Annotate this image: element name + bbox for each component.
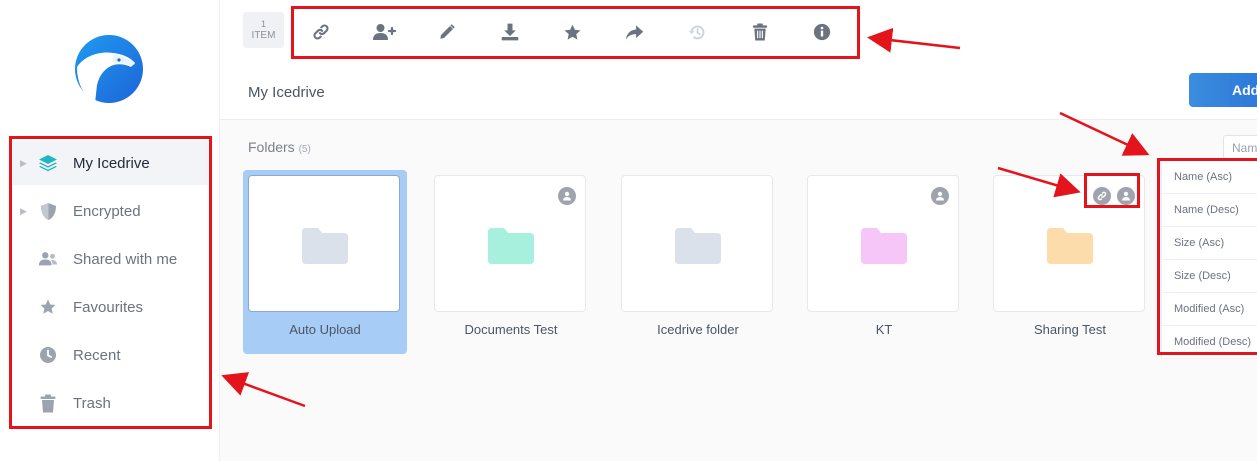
sort-option[interactable]: Size (Desc) (1162, 260, 1257, 293)
sort-option[interactable]: Name (Desc) (1162, 194, 1257, 227)
add-user-icon[interactable] (372, 20, 396, 44)
star-icon (38, 297, 58, 317)
sort-option[interactable]: Size (Asc) (1162, 227, 1257, 260)
share-icon[interactable] (622, 20, 646, 44)
sidebar-item-label: Encrypted (73, 202, 141, 220)
download-icon[interactable] (498, 20, 522, 44)
sidebar-item-encrypted[interactable]: ▶ Encrypted (13, 189, 208, 233)
selection-count-label: ITEM (251, 30, 276, 41)
sort-option[interactable]: Modified (Asc) (1162, 293, 1257, 326)
sidebar: ▶ My Icedrive ▶ Encrypted Shared with me… (0, 0, 220, 461)
star-icon[interactable] (560, 20, 584, 44)
folder-name: KT (875, 322, 893, 337)
link-icon[interactable] (309, 20, 333, 44)
trash-icon[interactable] (748, 20, 772, 44)
folder-name: Sharing Test (1033, 322, 1107, 337)
folder-tile[interactable]: Auto Upload (243, 170, 407, 354)
sort-menu: Name (Asc) Name (Desc) Size (Asc) Size (… (1161, 161, 1257, 359)
breadcrumb[interactable]: My Icedrive (248, 84, 325, 101)
caret-right-icon[interactable]: ▶ (13, 158, 34, 169)
sidebar-item-shared[interactable]: Shared with me (13, 237, 208, 281)
selection-count-badge: 1 ITEM (243, 12, 284, 48)
shared-user-icon (1117, 187, 1135, 205)
selection-count-number: 1 (260, 19, 266, 29)
folder-tile[interactable]: Documents Test (429, 170, 593, 354)
sidebar-item-label: Recent (73, 346, 121, 364)
icedrive-logo (75, 35, 143, 103)
add-button[interactable]: Add (1189, 73, 1257, 107)
sidebar-item-label: Favourites (73, 298, 144, 316)
folder-icon (302, 228, 348, 264)
folder-card[interactable] (434, 175, 586, 312)
restore-icon[interactable] (685, 20, 709, 44)
folder-icon (488, 228, 534, 264)
main-area: 1 ITEM My Icedrive Add Folders (5) Nam A… (220, 0, 1257, 461)
sidebar-item-label: Trash (73, 394, 111, 412)
folders-count: (5) (298, 144, 311, 155)
folder-tile[interactable]: Sharing Test (988, 170, 1152, 354)
folder-name: Icedrive folder (657, 322, 739, 337)
clock-icon (38, 345, 58, 365)
pencil-icon[interactable] (435, 20, 459, 44)
sort-select[interactable]: Nam (1223, 135, 1257, 159)
info-icon[interactable] (810, 20, 834, 44)
sidebar-item-my-icedrive[interactable]: ▶ My Icedrive (13, 141, 208, 185)
folder-name: Auto Upload (289, 322, 361, 337)
folder-tile[interactable]: Icedrive folder (616, 170, 780, 354)
caret-right-icon[interactable]: ▶ (13, 206, 34, 217)
folder-card[interactable] (807, 175, 959, 312)
shared-user-icon (558, 187, 576, 205)
layers-icon (38, 153, 58, 173)
add-button-label: Add (1232, 82, 1257, 98)
folder-icon (1047, 228, 1093, 264)
folders-title: Folders (248, 139, 295, 155)
shield-icon (38, 201, 58, 221)
users-icon (38, 249, 58, 269)
shared-user-icon (931, 187, 949, 205)
folder-icon (861, 228, 907, 264)
folder-icon (675, 228, 721, 264)
trash-icon (38, 393, 58, 413)
folders-section-title: Folders (5) (248, 139, 311, 155)
sidebar-item-label: Shared with me (73, 250, 178, 268)
folder-card[interactable] (621, 175, 773, 312)
folder-tile[interactable]: KT (802, 170, 966, 354)
folder-name: Documents Test (464, 322, 558, 337)
folder-card[interactable] (248, 175, 400, 312)
top-bar: 1 ITEM My Icedrive Add (220, 0, 1257, 120)
folder-card[interactable] (993, 175, 1145, 312)
sort-option[interactable]: Name (Asc) (1162, 161, 1257, 194)
sidebar-item-recent[interactable]: Recent (13, 333, 208, 377)
sort-option[interactable]: Modified (Desc) (1162, 326, 1257, 359)
shared-link-icon (1093, 187, 1111, 205)
sidebar-item-trash[interactable]: Trash (13, 381, 208, 425)
sidebar-item-favourites[interactable]: Favourites (13, 285, 208, 329)
sidebar-item-label: My Icedrive (73, 154, 150, 172)
